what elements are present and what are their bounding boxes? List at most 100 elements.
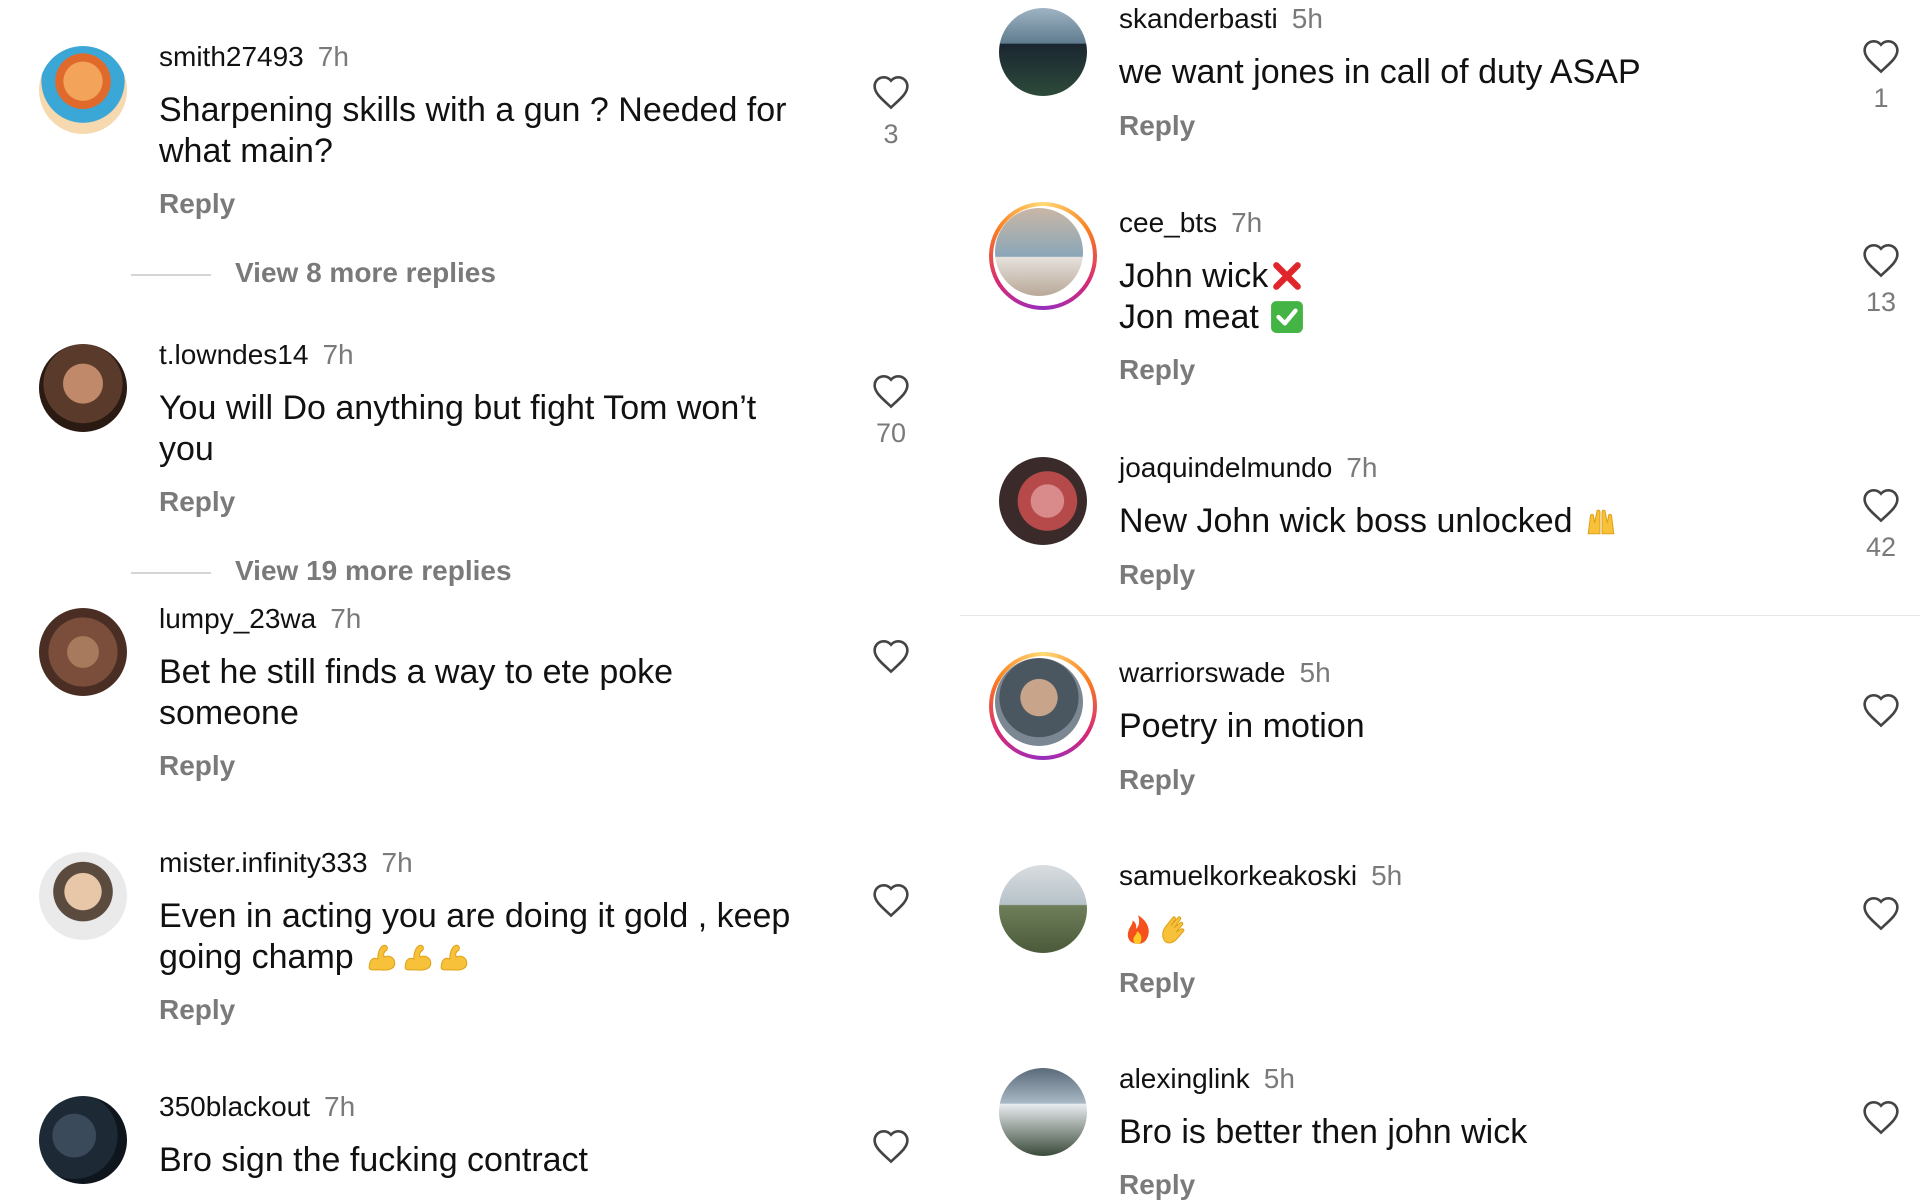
avatar[interactable] — [39, 608, 127, 696]
heart-icon — [873, 639, 909, 674]
divider-line — [131, 273, 211, 276]
avatar[interactable] — [39, 852, 127, 940]
comment-text-body: Even in acting you are doing it gold , k… — [159, 897, 791, 976]
reply-button[interactable]: Reply — [1119, 353, 1195, 387]
heart-icon — [873, 1129, 909, 1164]
username[interactable]: smith27493 — [159, 41, 304, 72]
reply-button[interactable]: Reply — [159, 187, 235, 221]
timestamp: 7h — [330, 603, 362, 634]
timestamp: 7h — [381, 847, 413, 878]
timestamp: 5h — [1371, 860, 1403, 891]
timestamp: 7h — [1231, 207, 1263, 238]
comment-text — [1119, 909, 1799, 950]
comment-text: Bro sign the fucking contract — [159, 1141, 589, 1179]
username[interactable]: 350blackout — [159, 1091, 310, 1122]
like-count: 70 — [875, 418, 907, 448]
username[interactable]: t.lowndes14 — [159, 339, 308, 370]
like-button[interactable] — [1851, 1099, 1911, 1135]
username[interactable]: cee_bts — [1119, 207, 1217, 238]
like-count: 1 — [1873, 83, 1889, 113]
fire-icon — [1127, 915, 1149, 944]
heart-icon — [873, 374, 909, 409]
comment-text: Sharpening skills with a gun ? Needed fo… — [159, 91, 787, 170]
comment-text: New John wick boss unlocked — [1119, 501, 1799, 542]
avatar[interactable] — [999, 8, 1087, 96]
comment-text: Even in acting you are doing it gold , k… — [159, 896, 839, 978]
avatar[interactable] — [39, 46, 127, 134]
like-button[interactable]: 13 — [1851, 242, 1911, 318]
like-button[interactable]: 42 — [1851, 487, 1911, 563]
heart-icon — [1863, 1100, 1899, 1135]
heart-icon — [1863, 243, 1899, 278]
story-ring[interactable] — [989, 202, 1097, 310]
like-button[interactable] — [861, 638, 921, 674]
reply-button[interactable]: Reply — [159, 749, 235, 783]
reply-button[interactable]: Reply — [1119, 109, 1195, 143]
comment-text-line2: Jon meat — [1119, 298, 1259, 336]
username[interactable]: warriorswade — [1119, 657, 1286, 688]
view-more-label: View 8 more replies — [235, 257, 496, 288]
heart-icon — [1863, 488, 1899, 523]
heart-icon — [873, 883, 909, 918]
username[interactable]: lumpy_23wa — [159, 603, 316, 634]
username[interactable]: alexinglink — [1119, 1063, 1250, 1094]
avatar[interactable] — [39, 344, 127, 432]
timestamp: 5h — [1291, 3, 1323, 34]
view-more-replies[interactable]: View 19 more replies — [131, 554, 512, 588]
like-button[interactable] — [861, 882, 921, 918]
like-button[interactable]: 3 — [861, 74, 921, 150]
timestamp: 5h — [1263, 1063, 1295, 1094]
reply-button[interactable]: Reply — [159, 993, 235, 1027]
avatar[interactable] — [999, 865, 1087, 953]
username[interactable]: mister.infinity333 — [159, 847, 368, 878]
like-button[interactable] — [861, 1128, 921, 1164]
comment-text: Bet he still finds a way to ete poke som… — [159, 653, 674, 732]
red-cross-mark-icon — [1273, 262, 1302, 290]
timestamp: 7h — [322, 339, 354, 370]
green-check-mark-icon — [1271, 301, 1304, 333]
reply-button[interactable]: Reply — [159, 485, 235, 519]
section-divider — [960, 615, 1920, 616]
heart-icon — [1863, 39, 1899, 74]
like-button[interactable] — [1851, 895, 1911, 931]
comment-text-body: New John wick boss unlocked — [1119, 502, 1573, 540]
like-count: 42 — [1865, 532, 1897, 562]
like-button[interactable] — [1851, 692, 1911, 728]
like-count: 13 — [1865, 287, 1897, 317]
reply-button[interactable]: Reply — [1119, 558, 1195, 592]
heart-icon — [873, 75, 909, 110]
view-more-label: View 19 more replies — [235, 555, 512, 586]
comments-column-left: smith27493 7h Sharpening skills with a gu… — [0, 0, 960, 1200]
reply-button[interactable]: Reply — [1119, 1168, 1195, 1202]
flexed-biceps-emoji — [363, 938, 471, 976]
timestamp: 7h — [324, 1091, 356, 1122]
comment-text: You will Do anything but fight Tom won’t… — [159, 389, 757, 468]
username[interactable]: samuelkorkeakoski — [1119, 860, 1357, 891]
avatar[interactable] — [999, 457, 1087, 545]
clapping-hands-icon — [1162, 916, 1185, 944]
like-button[interactable]: 1 — [1851, 38, 1911, 114]
avatar[interactable] — [999, 1068, 1087, 1156]
reply-button[interactable]: Reply — [1119, 763, 1195, 797]
comment-text: Poetry in motion — [1119, 707, 1365, 745]
timestamp: 7h — [317, 41, 349, 72]
comment-text-line1: John wick — [1119, 257, 1269, 295]
view-more-replies[interactable]: View 8 more replies — [131, 256, 496, 290]
like-count: 3 — [883, 119, 899, 149]
avatar[interactable] — [39, 1096, 127, 1184]
reply-button[interactable]: Reply — [1119, 966, 1195, 1000]
username[interactable]: skanderbasti — [1119, 3, 1278, 34]
timestamp: 5h — [1299, 657, 1331, 688]
comments-column-right: skanderbasti 5h we want jones in call of … — [960, 0, 1920, 1200]
comment-text: John wick Jon meat — [1119, 256, 1799, 338]
story-ring[interactable] — [989, 652, 1097, 760]
avatar — [995, 658, 1083, 746]
timestamp: 7h — [1346, 452, 1378, 483]
like-button[interactable]: 70 — [861, 373, 921, 449]
username[interactable]: joaquindelmundo — [1119, 452, 1332, 483]
heart-icon — [1863, 896, 1899, 931]
heart-icon — [1863, 693, 1899, 728]
comment-text: we want jones in call of duty ASAP — [1119, 53, 1641, 91]
avatar — [995, 208, 1083, 296]
divider-line — [131, 571, 211, 574]
